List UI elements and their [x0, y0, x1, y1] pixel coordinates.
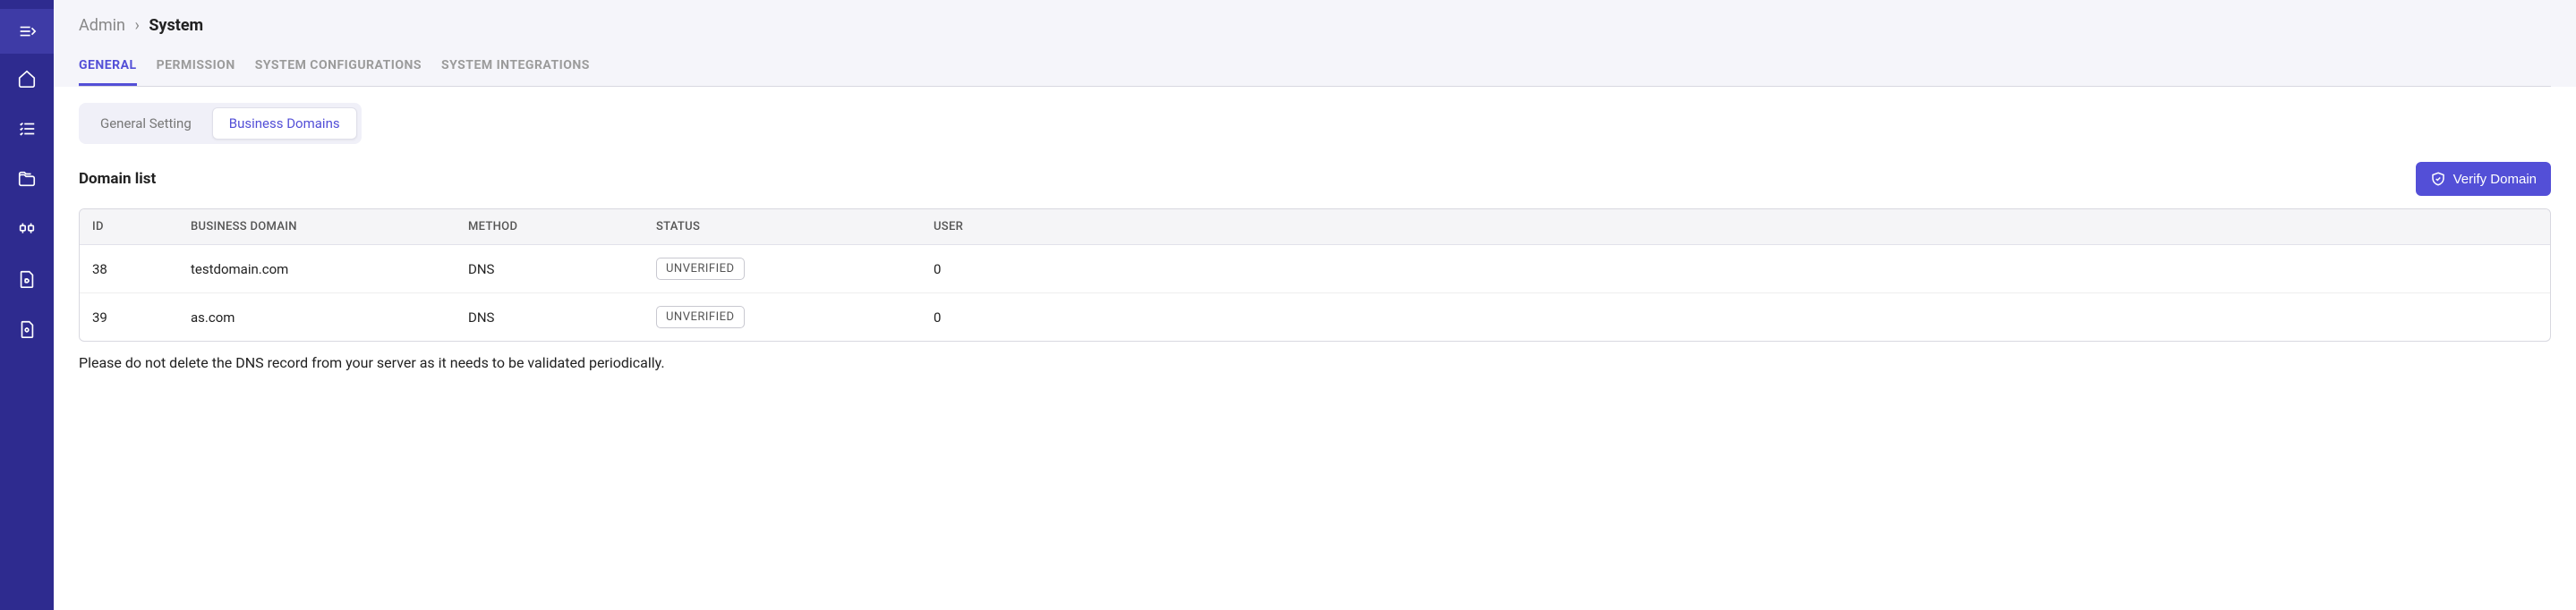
sidebar-item-settings-file[interactable] — [0, 254, 54, 304]
sidebar-item-doc[interactable] — [0, 304, 54, 354]
sidebar-item-tasks[interactable] — [0, 104, 54, 154]
cell-id: 38 — [80, 245, 178, 292]
col-domain: BUSINESS DOMAIN — [178, 209, 456, 245]
doc-icon — [17, 319, 37, 339]
module-icon — [17, 219, 37, 239]
subtabs: General Setting Business Domains — [79, 103, 362, 144]
cell-domain: as.com — [178, 292, 456, 341]
col-method: METHOD — [456, 209, 644, 245]
breadcrumb-separator: › — [134, 16, 139, 35]
shield-check-icon — [2430, 171, 2446, 187]
tab-permission[interactable]: PERMISSION — [157, 51, 235, 86]
tab-configurations[interactable]: SYSTEM CONFIGURATIONS — [255, 51, 422, 86]
folder-icon — [17, 169, 37, 189]
tab-general[interactable]: GENERAL — [79, 51, 137, 86]
sidebar — [0, 0, 54, 610]
sidebar-item-folders[interactable] — [0, 154, 54, 204]
sidebar-item-home[interactable] — [0, 54, 54, 104]
cell-domain: testdomain.com — [178, 245, 456, 292]
cell-method: DNS — [456, 292, 644, 341]
table-row[interactable]: 39 as.com DNS UNVERIFIED 0 — [80, 292, 2550, 341]
file-gear-icon — [17, 269, 37, 289]
tab-integrations[interactable]: SYSTEM INTEGRATIONS — [441, 51, 590, 86]
tabs: GENERAL PERMISSION SYSTEM CONFIGURATIONS… — [79, 51, 2551, 87]
cell-status: UNVERIFIED — [644, 292, 921, 341]
cell-id: 39 — [80, 292, 178, 341]
col-user: USER — [921, 209, 2550, 245]
table-header-row: ID BUSINESS DOMAIN METHOD STATUS USER — [80, 209, 2550, 245]
verify-domain-label: Verify Domain — [2453, 172, 2537, 187]
status-badge: UNVERIFIED — [656, 258, 745, 280]
breadcrumb-parent[interactable]: Admin — [79, 16, 125, 35]
cell-method: DNS — [456, 245, 644, 292]
status-badge: UNVERIFIED — [656, 306, 745, 328]
domain-table: ID BUSINESS DOMAIN METHOD STATUS USER 38… — [79, 208, 2551, 342]
breadcrumb: Admin › System — [79, 16, 2551, 35]
breadcrumb-current: System — [149, 16, 203, 35]
list-header: Domain list Verify Domain — [79, 162, 2551, 196]
main: Admin › System GENERAL PERMISSION SYSTEM… — [54, 0, 2576, 610]
header: Admin › System GENERAL PERMISSION SYSTEM… — [54, 0, 2576, 87]
cell-user: 0 — [921, 292, 2550, 341]
pill-business-domains[interactable]: Business Domains — [212, 107, 357, 140]
list-icon — [17, 119, 37, 139]
list-title: Domain list — [79, 170, 156, 188]
cell-user: 0 — [921, 245, 2550, 292]
col-id: ID — [80, 209, 178, 245]
content: General Setting Business Domains Domain … — [54, 87, 2576, 610]
cell-status: UNVERIFIED — [644, 245, 921, 292]
sidebar-item-modules[interactable] — [0, 204, 54, 254]
table-row[interactable]: 38 testdomain.com DNS UNVERIFIED 0 — [80, 245, 2550, 292]
expand-icon — [17, 21, 37, 41]
col-status: STATUS — [644, 209, 921, 245]
footer-note: Please do not delete the DNS record from… — [79, 354, 2551, 371]
pill-general-setting[interactable]: General Setting — [83, 107, 209, 140]
home-icon — [17, 69, 37, 89]
sidebar-toggle[interactable] — [0, 9, 54, 54]
verify-domain-button[interactable]: Verify Domain — [2416, 162, 2551, 196]
